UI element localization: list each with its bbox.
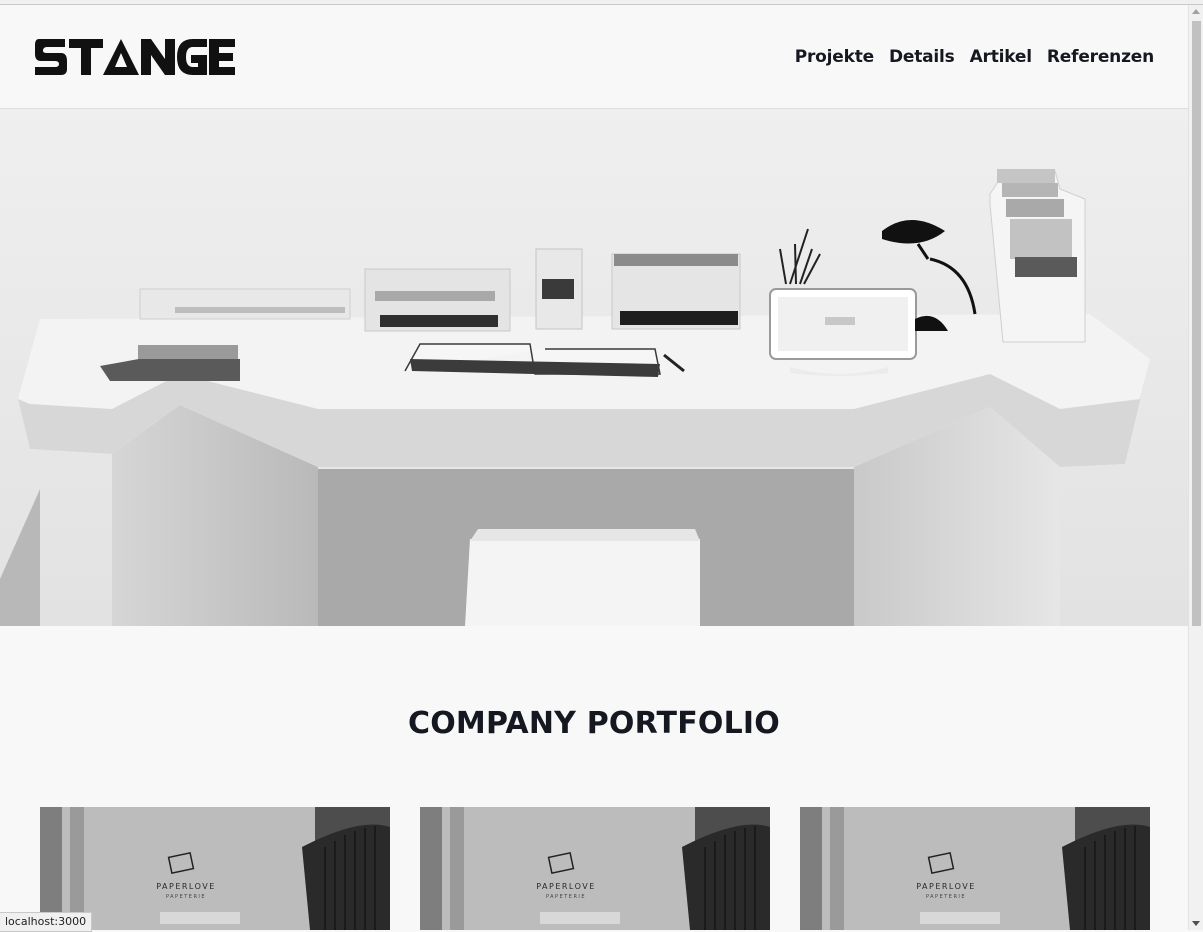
site-header: Projekte Details Artikel Referenzen	[0, 5, 1188, 109]
stange-logo[interactable]	[35, 39, 235, 75]
portfolio-card[interactable]: PAPERLOVE PAPETERIE	[800, 807, 1150, 930]
portfolio-grid: PAPERLOVE PAPETERIE PAPERLOVE PAPETERIE	[40, 807, 1150, 930]
card-sub-text: PAPETERIE	[545, 894, 587, 900]
portfolio-card[interactable]: PAPERLOVE PAPETERIE	[420, 807, 770, 930]
portfolio-card-image	[40, 807, 390, 930]
desk-photo	[0, 109, 1188, 626]
vertical-scrollbar[interactable]	[1188, 5, 1203, 930]
card-brand-text: PAPERLOVE	[536, 882, 596, 891]
nav-link-artikel[interactable]: Artikel	[970, 47, 1033, 67]
status-bar-url: localhost:3000	[0, 912, 93, 932]
nav-link-projekte[interactable]: Projekte	[795, 47, 874, 67]
portfolio-card[interactable]: PAPERLOVE PAPETERIE	[40, 807, 390, 930]
card-brand-text: PAPERLOVE	[916, 882, 976, 891]
card-sub-text: PAPETERIE	[925, 894, 967, 900]
portfolio-card-image	[420, 807, 770, 930]
nav-link-referenzen[interactable]: Referenzen	[1047, 47, 1154, 67]
portfolio-title: COMPANY PORTFOLIO	[408, 706, 780, 741]
scrollbar-thumb[interactable]	[1192, 21, 1201, 626]
nav-link-details[interactable]: Details	[889, 47, 955, 67]
scroll-down-arrow-icon[interactable]	[1192, 921, 1200, 926]
main-nav: Projekte Details Artikel Referenzen	[795, 47, 1154, 67]
card-sub-text: PAPETERIE	[165, 894, 207, 900]
card-brand-text: PAPERLOVE	[156, 882, 216, 891]
scroll-up-arrow-icon[interactable]	[1192, 9, 1200, 14]
hero-image	[0, 109, 1188, 626]
portfolio-card-image	[800, 807, 1150, 930]
